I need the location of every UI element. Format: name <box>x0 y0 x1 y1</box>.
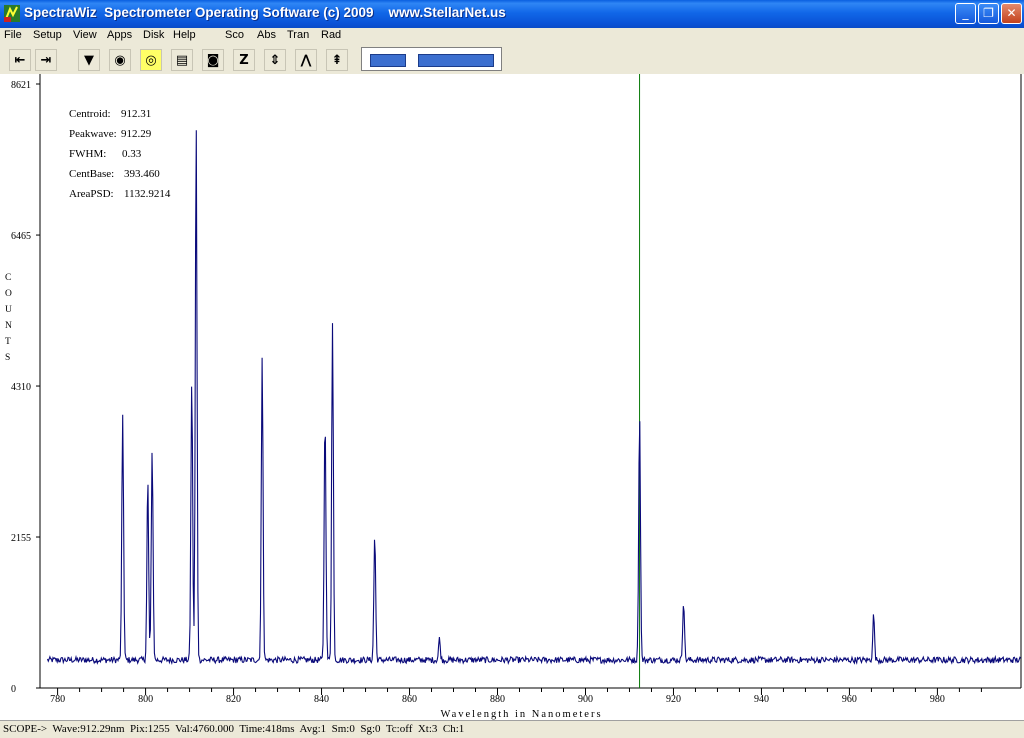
menu-abs[interactable]: Abs <box>257 29 276 41</box>
plot-area[interactable]: 0 2155 4310 6465 8621 780 800 820 840 860 880 900 92… <box>0 74 1024 720</box>
y-axis-label-char: T <box>5 337 11 347</box>
app-icon <box>4 5 20 22</box>
spectrum-chart[interactable]: 0 2155 4310 6465 8621 780 800 820 840 860 880 900 92… <box>0 74 1024 720</box>
x-tick-label: 980 <box>930 694 945 705</box>
close-icon: ✕ <box>1006 6 1017 20</box>
stat-value: 1132.9214 <box>124 188 171 200</box>
scroll-left-button[interactable]: ⇤ <box>9 49 31 71</box>
window-title: SpectraWiz Spectrometer Operating Softwa… <box>24 5 506 20</box>
menu-setup[interactable]: Setup <box>33 29 62 41</box>
menu-view[interactable]: View <box>73 29 97 41</box>
lightbulb-icon: ◎ <box>145 52 157 68</box>
menu-disk[interactable]: Disk <box>143 29 164 41</box>
arrow-right-bar-icon: ⇥ <box>40 52 52 68</box>
restore-icon: ❐ <box>983 6 994 20</box>
y-axis-label-char: C <box>5 273 11 283</box>
title-bar[interactable]: SpectraWiz Spectrometer Operating Softwa… <box>0 0 1024 28</box>
y-tick-label: 4310 <box>11 382 31 393</box>
minimize-icon: _ <box>962 6 969 20</box>
x-axis-label: Wavelength in Nanometers <box>441 709 603 720</box>
print-button[interactable]: ▤ <box>171 49 193 71</box>
peaks-button[interactable]: ⋀ <box>295 49 317 71</box>
x-tick-label: 860 <box>402 694 417 705</box>
close-button[interactable]: ✕ <box>1001 3 1022 24</box>
minimize-button[interactable]: _ <box>955 3 976 24</box>
slider-right-handle[interactable] <box>418 54 494 67</box>
stat-label: Peakwave: <box>69 128 117 140</box>
y-tick-label: 0 <box>11 684 16 695</box>
autoscale-button[interactable]: ⇕ <box>264 49 286 71</box>
stat-value: 393.460 <box>124 168 160 180</box>
stat-value: 912.29 <box>121 128 152 140</box>
toolbar: ⇤ ⇥ ▼ ◉ ◎ ▤ ◙ Z ⇕ ⋀ ⇞ <box>0 44 1024 74</box>
menu-apps[interactable]: Apps <box>107 29 132 41</box>
menu-tran[interactable]: Tran <box>287 29 309 41</box>
printer-icon: ▤ <box>175 52 189 68</box>
baseline-icon: ⇞ <box>331 52 343 68</box>
menu-bar: File Setup View Apps Disk Help Sco Abs T… <box>0 28 1024 44</box>
maximize-button[interactable]: ❐ <box>978 3 999 24</box>
x-tick-label: 960 <box>842 694 857 705</box>
y-axis-label-char: O <box>5 289 12 299</box>
x-tick-label: 840 <box>314 694 329 705</box>
x-tick-label: 900 <box>578 694 593 705</box>
y-tick-label: 8621 <box>11 80 31 91</box>
menu-sco[interactable]: Sco <box>225 29 244 41</box>
snapshot-button[interactable]: ◙ <box>202 49 224 71</box>
x-tick-label: 920 <box>666 694 681 705</box>
stat-value: 0.33 <box>122 148 142 160</box>
y-tick-label: 6465 <box>11 231 31 242</box>
x-tick-label: 780 <box>50 694 65 705</box>
peaks-icon: ⋀ <box>300 52 312 68</box>
arrow-left-bar-icon: ⇤ <box>14 52 26 68</box>
x-tick-label: 940 <box>754 694 769 705</box>
save-spectrum-button[interactable]: ▼ <box>78 49 100 71</box>
zero-icon: Z <box>239 52 249 68</box>
menu-help[interactable]: Help <box>173 29 196 41</box>
x-tick-label: 880 <box>490 694 505 705</box>
autoscale-icon: ⇕ <box>269 52 281 68</box>
lamp-button[interactable]: ◎ <box>140 49 162 71</box>
scroll-right-button[interactable]: ⇥ <box>35 49 57 71</box>
stat-label: AreaPSD: <box>69 188 114 200</box>
zero-button[interactable]: Z <box>233 49 255 71</box>
y-axis-label-char: S <box>5 353 10 363</box>
stat-label: FWHM: <box>69 148 106 160</box>
menu-file[interactable]: File <box>4 29 22 41</box>
menu-rad[interactable]: Rad <box>321 29 341 41</box>
spectrum-line <box>46 130 1022 666</box>
range-slider[interactable] <box>361 47 502 71</box>
x-tick-label: 800 <box>138 694 153 705</box>
slider-left-handle[interactable] <box>370 54 406 67</box>
stat-value: 912.31 <box>121 108 151 120</box>
baseline-button[interactable]: ⇞ <box>326 49 348 71</box>
y-axis-label-char: N <box>5 321 12 331</box>
detector-button[interactable]: ◉ <box>109 49 131 71</box>
stat-label: Centroid: <box>69 108 111 120</box>
detector-icon: ◉ <box>114 52 126 68</box>
y-tick-label: 2155 <box>11 533 31 544</box>
camera-icon: ◙ <box>206 52 220 68</box>
y-axis-label-char: U <box>5 305 12 315</box>
x-tick-label: 820 <box>226 694 241 705</box>
stat-label: CentBase: <box>69 168 114 180</box>
status-bar: SCOPE-> Wave:912.29nm Pix:1255 Val:4760.… <box>0 720 1024 738</box>
download-icon: ▼ <box>84 52 94 68</box>
